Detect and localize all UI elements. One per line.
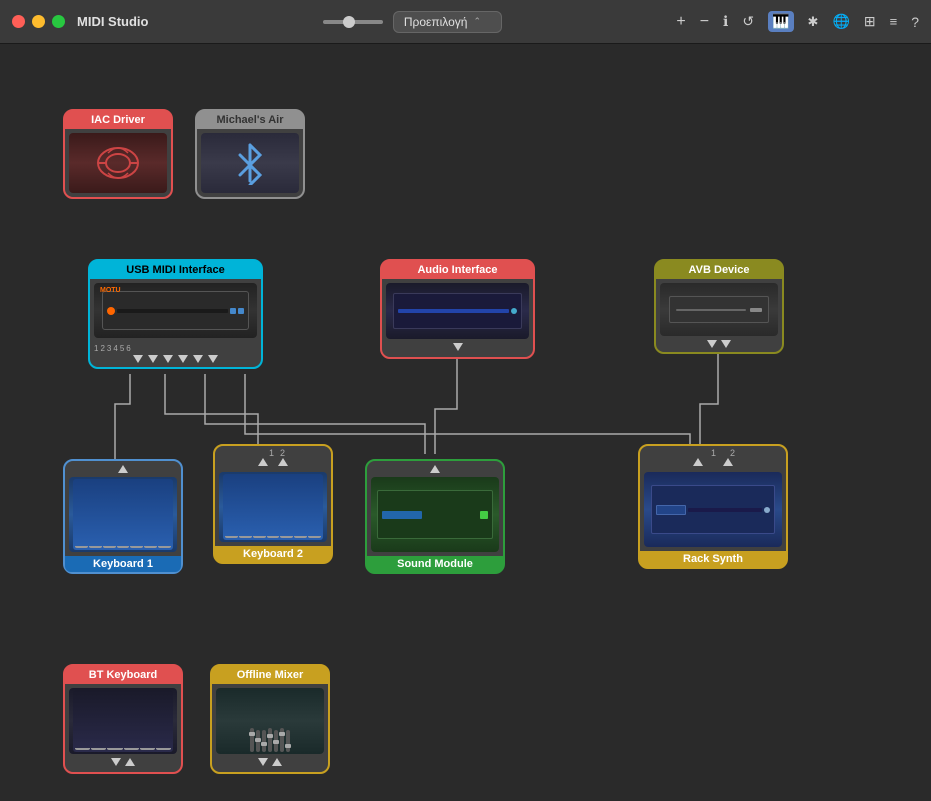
port-arrow — [111, 758, 121, 766]
sound-module-node[interactable]: Sound Module — [365, 459, 505, 574]
keyboard1-bottom-label: Keyboard 1 — [65, 556, 181, 572]
port-arrow — [278, 458, 288, 466]
sound-module-bottom-label: Sound Module — [367, 556, 503, 572]
maximize-button[interactable] — [52, 15, 65, 28]
help-icon[interactable]: ? — [911, 14, 919, 30]
info-icon[interactable]: ℹ — [723, 13, 728, 30]
audio-interface-image — [382, 279, 533, 343]
port-arrow — [258, 458, 268, 466]
traffic-lights — [12, 15, 65, 28]
offline-mixer-label: Offline Mixer — [212, 666, 328, 684]
avb-device-node[interactable]: AVB Device — [654, 259, 784, 354]
port-arrow — [430, 465, 440, 473]
port-arrow — [133, 355, 143, 363]
port-arrow — [118, 465, 128, 473]
rack-synth-node[interactable]: 1 2 Rack Synth — [638, 444, 788, 569]
bt-keyboard-label: BT Keyboard — [65, 666, 181, 684]
app-title: MIDI Studio — [77, 14, 149, 29]
usb-midi-image: MOTU — [90, 279, 261, 342]
chevron-down-icon: ⌃ — [473, 16, 481, 27]
port-arrow — [193, 355, 203, 363]
offline-mixer-node[interactable]: Offline Mixer — [210, 664, 330, 774]
port-arrow — [163, 355, 173, 363]
titlebar: MIDI Studio Προεπιλογή ⌃ + − ℹ ↺ 🎹 ✱ 🌐 ⊞… — [0, 0, 931, 44]
zoom-slider[interactable] — [323, 20, 383, 24]
michaels-air-label: Michael's Air — [197, 111, 303, 129]
rack-synth-bottom-label: Rack Synth — [640, 551, 786, 567]
keyboard1-node[interactable]: Keyboard 1 — [63, 459, 183, 574]
remove-icon[interactable]: − — [700, 13, 709, 31]
port-arrow-up — [125, 758, 135, 766]
audio-interface-node[interactable]: Audio Interface — [380, 259, 535, 359]
piano-icon[interactable]: 🎹 — [768, 11, 793, 32]
port-arrow-up — [272, 758, 282, 766]
iac-driver-node[interactable]: IAC Driver — [63, 109, 173, 199]
port-arrow — [723, 458, 733, 466]
iac-driver-image — [65, 129, 171, 197]
keyboard2-node[interactable]: 1 2 Keyboard 2 — [213, 444, 333, 564]
network-icon[interactable]: 🌐 — [832, 13, 849, 30]
keyboard2-bottom-label: Keyboard 2 — [215, 546, 331, 562]
port-arrow — [453, 343, 463, 351]
grid-icon[interactable]: ⊞ — [864, 13, 876, 30]
port-arrow — [721, 340, 731, 348]
add-icon[interactable]: + — [676, 13, 685, 31]
usb-midi-label: USB MIDI Interface — [90, 261, 261, 279]
port-arrow — [707, 340, 717, 348]
michaels-air-node[interactable]: Michael's Air — [195, 109, 305, 199]
close-button[interactable] — [12, 15, 25, 28]
bt-keyboard-image — [65, 684, 181, 758]
keyboard2-image — [215, 468, 331, 546]
port-arrow — [178, 355, 188, 363]
sound-module-image — [367, 473, 503, 556]
rack-synth-image — [640, 468, 786, 551]
bluetooth-icon[interactable]: ✱ — [808, 14, 819, 30]
offline-mixer-image — [212, 684, 328, 758]
usb-midi-node[interactable]: USB MIDI Interface MOTU 1 2 3 4 5 6 — [88, 259, 263, 369]
port-arrow — [258, 758, 268, 766]
minimize-button[interactable] — [32, 15, 45, 28]
avb-device-label: AVB Device — [656, 261, 782, 279]
refresh-icon[interactable]: ↺ — [742, 13, 754, 30]
midi-studio-canvas: IAC Driver Michael's Air — [0, 44, 931, 801]
keyboard1-image — [65, 473, 181, 556]
michaels-air-image — [197, 129, 303, 197]
list-icon[interactable]: ≡ — [890, 14, 898, 29]
toolbar-icons: + − ℹ ↺ 🎹 ✱ 🌐 ⊞ ≡ ? — [676, 11, 919, 32]
audio-interface-label: Audio Interface — [382, 261, 533, 279]
port-arrow — [693, 458, 703, 466]
preset-dropdown[interactable]: Προεπιλογή ⌃ — [393, 11, 502, 33]
port-arrow — [148, 355, 158, 363]
port-arrow — [208, 355, 218, 363]
toolbar-controls: Προεπιλογή ⌃ — [149, 11, 677, 33]
bt-keyboard-node[interactable]: BT Keyboard — [63, 664, 183, 774]
avb-device-image — [656, 279, 782, 340]
iac-driver-label: IAC Driver — [65, 111, 171, 129]
